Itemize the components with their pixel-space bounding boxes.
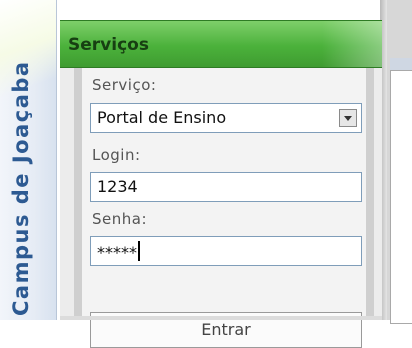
- campus-sidebar: Campus de Joaçaba: [0, 0, 57, 320]
- login-input-value: 1234: [97, 177, 138, 196]
- login-label: Login:: [92, 146, 141, 164]
- right-content-area: [380, 0, 412, 324]
- right-panel-box: [390, 70, 412, 324]
- services-panel: Serviços Serviço: Portal de Ensino Login…: [60, 20, 382, 348]
- service-selected-value: Portal de Ensino: [97, 108, 227, 127]
- chevron-down-icon[interactable]: [339, 109, 357, 127]
- panel-bottom-edge: [60, 316, 382, 320]
- service-label: Serviço:: [92, 76, 157, 94]
- services-title: Serviços: [68, 35, 149, 55]
- right-panel-header: [390, 58, 412, 70]
- login-form: Serviço: Portal de Ensino Login: 1234 Se…: [74, 68, 374, 348]
- services-header: Serviços: [60, 20, 382, 68]
- campus-title: Campus de Joaçaba: [9, 60, 33, 316]
- password-input-value: *****: [97, 243, 137, 262]
- header-highlight: [322, 21, 382, 67]
- service-select[interactable]: Portal de Ensino: [90, 103, 362, 133]
- text-cursor: [138, 241, 140, 261]
- password-input[interactable]: *****: [90, 236, 362, 266]
- login-input[interactable]: 1234: [90, 172, 362, 202]
- password-label: Senha:: [92, 210, 148, 228]
